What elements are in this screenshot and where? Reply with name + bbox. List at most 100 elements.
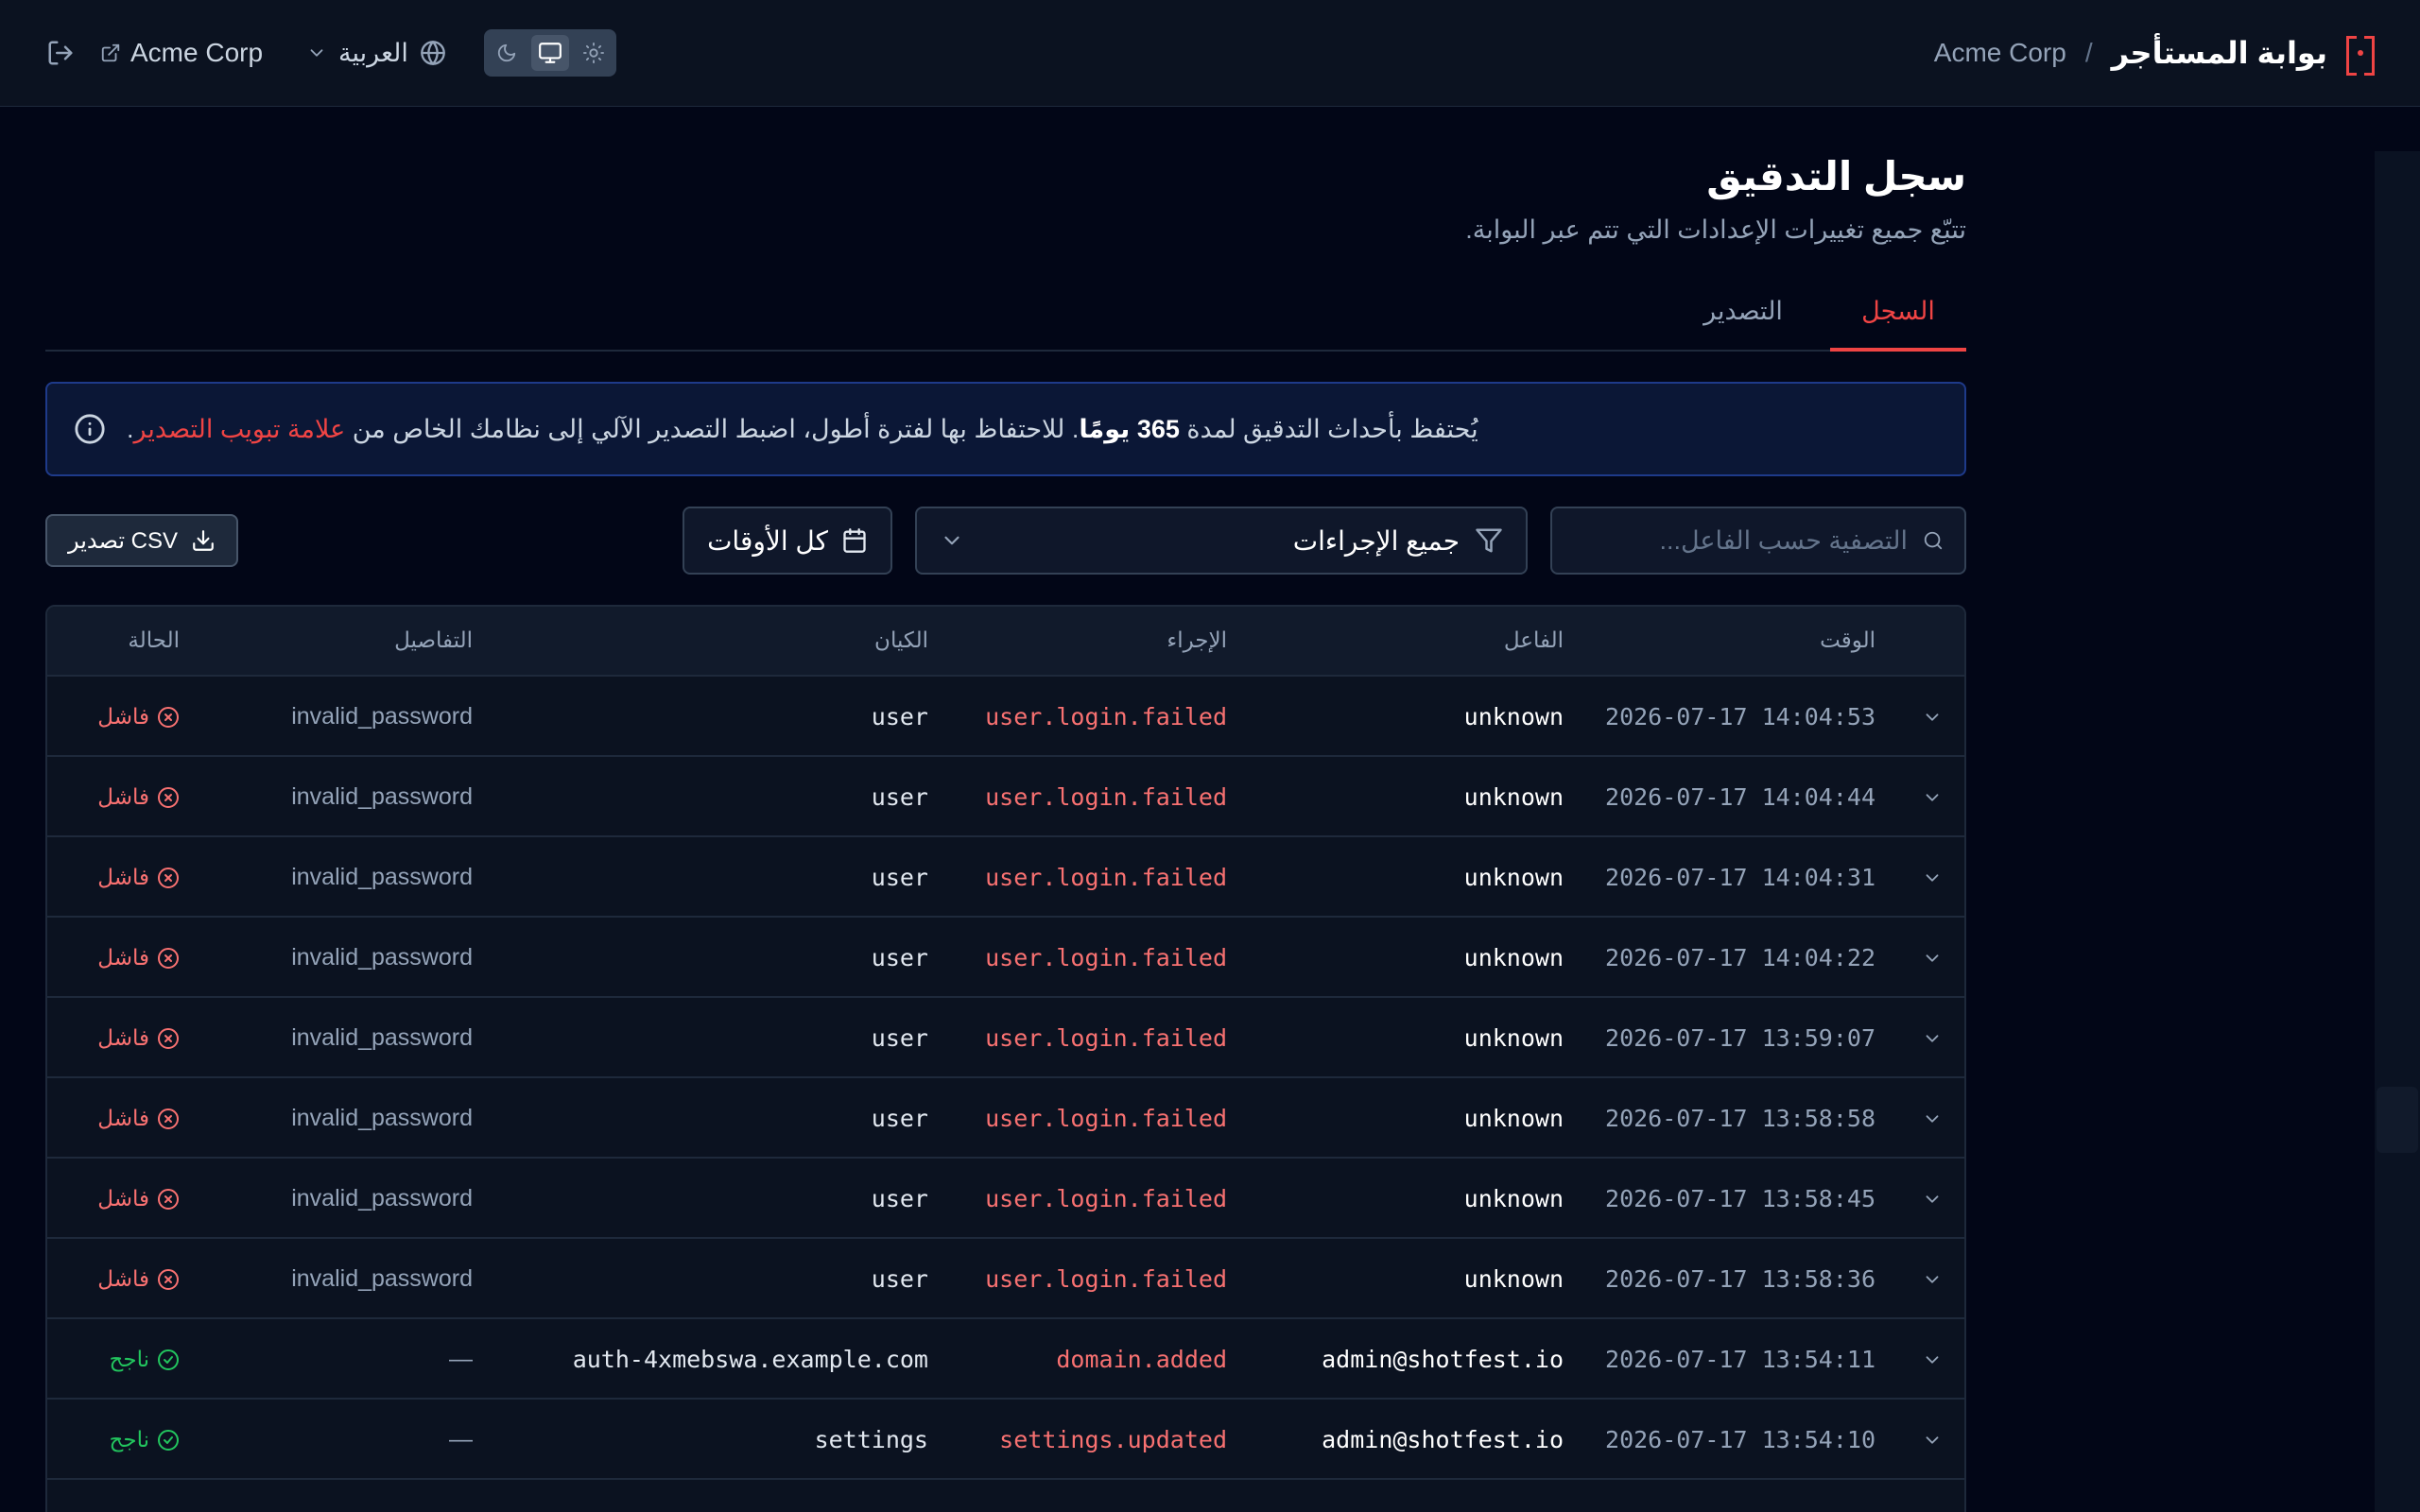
chevron-down-icon: [1922, 1189, 1943, 1210]
table-row[interactable]: 2026-07-17 14:04:31 unknown user.login.fai…: [47, 837, 1964, 918]
row-actor: admin@shotfest.io: [1322, 1346, 1564, 1373]
status-label: ناجح: [109, 1347, 149, 1371]
check-circle-icon: [157, 1429, 180, 1452]
row-actor: unknown: [1463, 1185, 1564, 1212]
row-entity: …in:auth-4xmebswa.example.com: [569, 1346, 928, 1373]
tenant-link[interactable]: Acme Corp: [100, 38, 263, 68]
x-circle-icon: [157, 1188, 180, 1211]
chevron-down-icon: [1922, 948, 1943, 969]
table-row[interactable]: 2026-07-17 13:59:07 unknown user.login.fai…: [47, 998, 1964, 1078]
banner-text-middle: . للاحتفاظ بها لفترة أطول، اضبط التصدير …: [352, 414, 1080, 443]
table-row[interactable]: 2026-07-17 13:58:45 unknown user.login.fai…: [47, 1159, 1964, 1239]
export-csv-button[interactable]: تصدير CSV: [45, 514, 238, 567]
tenant-link-label: Acme Corp: [130, 38, 264, 67]
table-row[interactable]: 2026-07-17 13:54:10 admin@shotfest.io sett…: [47, 1400, 1964, 1480]
expand-row-button[interactable]: [1915, 998, 1949, 1078]
header-actor[interactable]: الفاعل: [1252, 627, 1564, 653]
chevron-down-icon: [1922, 707, 1943, 728]
export-tab-link[interactable]: علامة تبويب التصدير: [134, 415, 346, 443]
expand-row-button[interactable]: [1915, 1078, 1949, 1159]
chevron-down-icon: [1922, 1108, 1943, 1129]
tenant-name: Acme Corp: [1933, 38, 2066, 67]
info-icon: [75, 414, 105, 444]
header-action[interactable]: الإجراء: [906, 627, 1227, 653]
chevron-down-icon: [944, 536, 959, 545]
status-label: ناجح: [109, 1427, 149, 1452]
export-csv-label: تصدير CSV: [67, 527, 179, 554]
logout-icon[interactable]: [45, 38, 76, 68]
table-row[interactable]: 2026-07-17 13:54:11 admin@shotfest.io doma…: [47, 1319, 1964, 1400]
action-filter-value: جميع الإجراءات: [1292, 525, 1460, 556]
check-circle-icon: [157, 1349, 180, 1371]
scrollbar-thumb[interactable]: [2377, 1087, 2418, 1153]
page-title: سجل التدقيق: [1706, 154, 1966, 198]
table-row[interactable]: 2026-07-17 14:04:22 unknown user.login.fai…: [47, 918, 1964, 998]
table-header: الوقت الفاعل الإجراء الكيان التفاصيل الح…: [47, 607, 1964, 677]
dark-theme-button[interactable]: [488, 35, 526, 71]
expand-row-button[interactable]: [1915, 1400, 1949, 1480]
chevron-down-icon: [1922, 1269, 1943, 1290]
language-selector[interactable]: العربية: [306, 39, 446, 68]
table-body: 2026-07-17 14:04:53 unknown user.login.fai…: [47, 677, 1964, 1480]
expand-row-button[interactable]: [1915, 837, 1949, 918]
table-row[interactable]: 2026-07-17 13:58:36 unknown user.login.fai…: [47, 1239, 1964, 1319]
row-entity: user: [871, 1105, 928, 1132]
calendar-icon: [843, 528, 866, 553]
row-time: 2026-07-17 14:04:31: [1605, 864, 1876, 891]
expand-row-button[interactable]: [1915, 757, 1949, 837]
table-row[interactable]: 2026-07-17 14:04:44 unknown user.login.fai…: [47, 757, 1964, 837]
light-theme-button[interactable]: [575, 35, 613, 71]
row-action: user.login.failed: [985, 703, 1227, 730]
x-circle-icon: [157, 947, 180, 970]
status-badge: فاشل: [66, 837, 180, 918]
row-entity: user: [871, 703, 928, 730]
external-link-icon: [101, 43, 120, 62]
tab-export[interactable]: التصدير: [1694, 297, 1792, 352]
table-row[interactable]: 2026-07-17 13:58:58 unknown user.login.fai…: [47, 1078, 1964, 1159]
row-action: user.login.failed: [985, 1185, 1227, 1212]
filter-icon: [1476, 528, 1502, 553]
row-time: 2026-07-17 14:04:44: [1605, 783, 1876, 811]
expand-row-button[interactable]: [1915, 1239, 1949, 1319]
row-time: 2026-07-17 13:59:07: [1605, 1024, 1876, 1052]
chevron-down-icon: [310, 49, 323, 57]
time-range-button[interactable]: كل الأوقات: [683, 507, 892, 575]
time-range-label: كل الأوقات: [707, 525, 828, 556]
scrollbar-track[interactable]: [2375, 151, 2420, 1512]
row-details: invalid_password: [291, 783, 473, 810]
header-details[interactable]: التفاصيل: [170, 627, 473, 653]
expand-row-button[interactable]: [1915, 1319, 1949, 1400]
row-details: invalid_password: [291, 1024, 473, 1051]
x-circle-icon: [157, 786, 180, 809]
row-actor: unknown: [1463, 864, 1564, 891]
chevron-down-icon: [1922, 1028, 1943, 1049]
row-entity: user: [871, 1265, 928, 1293]
status-label: فاشل: [97, 784, 149, 809]
row-entity: settings: [814, 1426, 928, 1453]
expand-row-button[interactable]: [1915, 677, 1949, 757]
status-label: فاشل: [97, 865, 149, 889]
table-row[interactable]: 2026-07-17 14:04:53 unknown user.login.fai…: [47, 677, 1964, 757]
row-time: 2026-07-17 13:54:11: [1605, 1346, 1876, 1373]
row-actor: unknown: [1463, 944, 1564, 971]
banner-text: يُحتفظ بأحداث التدقيق لمدة 365 يومًا. لل…: [127, 415, 1478, 444]
row-actor: unknown: [1463, 703, 1564, 730]
moon-icon: [497, 43, 516, 62]
expand-row-button[interactable]: [1915, 918, 1949, 998]
tab-log[interactable]: السجل: [1830, 297, 1966, 352]
row-action: settings.updated: [999, 1426, 1227, 1453]
row-entity: user: [871, 944, 928, 971]
expand-row-button[interactable]: [1915, 1159, 1949, 1239]
status-label: فاشل: [97, 1025, 149, 1050]
status-label: فاشل: [97, 704, 149, 729]
row-details: invalid_password: [291, 1105, 473, 1131]
actor-filter-input[interactable]: [1573, 525, 1908, 556]
header-status[interactable]: الحالة: [66, 627, 180, 653]
action-filter-select[interactable]: جميع الإجراءات: [915, 507, 1528, 575]
system-theme-button[interactable]: [530, 35, 569, 71]
status-badge: فاشل: [66, 1078, 180, 1159]
row-details: —: [449, 1346, 473, 1372]
row-entity: user: [871, 1185, 928, 1212]
header-time[interactable]: الوقت: [1573, 627, 1876, 653]
header-entity[interactable]: الكيان: [569, 627, 928, 653]
